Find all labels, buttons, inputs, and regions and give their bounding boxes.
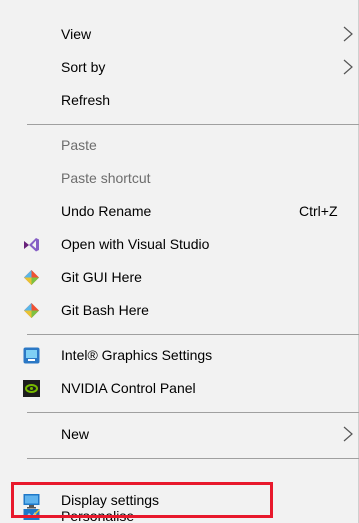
menu-item-label: Paste shortcut <box>61 170 151 186</box>
menu-item-label: Refresh <box>61 92 111 108</box>
menu-item-label: Open with Visual Studio <box>61 236 210 252</box>
chevron-right-icon <box>343 26 353 42</box>
git-icon <box>24 270 39 285</box>
menu-item-view[interactable]: View <box>0 19 359 49</box>
menu-item-open-with-visual-studio[interactable]: Open with Visual Studio <box>0 229 359 259</box>
menu-item-label: Undo Rename <box>61 203 152 219</box>
menu-item-label: NVIDIA Control Panel <box>61 380 196 396</box>
menu-item-new[interactable]: New <box>0 419 359 449</box>
annotation-highlight-box <box>11 482 273 518</box>
menu-item-paste: Paste <box>0 130 359 160</box>
menu-item-undo-rename[interactable]: Undo Rename Ctrl+Z <box>0 196 359 226</box>
menu-item-label: Git Bash Here <box>61 302 149 318</box>
intel-graphics-icon <box>23 347 40 364</box>
menu-separator <box>27 334 359 335</box>
menu-item-git-gui-here[interactable]: Git GUI Here <box>0 262 359 292</box>
git-icon <box>24 303 39 318</box>
menu-item-nvidia-control-panel[interactable]: NVIDIA Control Panel <box>0 373 359 403</box>
chevron-right-icon <box>343 426 353 442</box>
menu-item-label: View <box>61 26 92 42</box>
menu-item-label: Paste <box>61 137 97 153</box>
nvidia-icon <box>23 380 40 397</box>
menu-item-label: Intel® Graphics Settings <box>61 347 213 363</box>
menu-item-git-bash-here[interactable]: Git Bash Here <box>0 295 359 325</box>
chevron-right-icon <box>343 59 353 75</box>
menu-item-intel-graphics-settings[interactable]: Intel® Graphics Settings <box>0 340 359 370</box>
menu-item-label: Sort by <box>61 59 106 75</box>
menu-separator <box>27 412 359 413</box>
keyboard-shortcut: Ctrl+Z <box>299 203 338 219</box>
menu-item-label: Git GUI Here <box>61 269 142 285</box>
menu-item-label: New <box>61 426 90 442</box>
menu-item-refresh[interactable]: Refresh <box>0 85 359 115</box>
menu-separator <box>27 124 359 125</box>
menu-item-paste-shortcut: Paste shortcut <box>0 163 359 193</box>
desktop-context-menu: View Sort by Refresh Paste Paste shortcu… <box>0 0 359 523</box>
menu-separator <box>27 458 359 459</box>
visual-studio-icon <box>24 238 39 252</box>
menu-item-sort-by[interactable]: Sort by <box>0 52 359 82</box>
